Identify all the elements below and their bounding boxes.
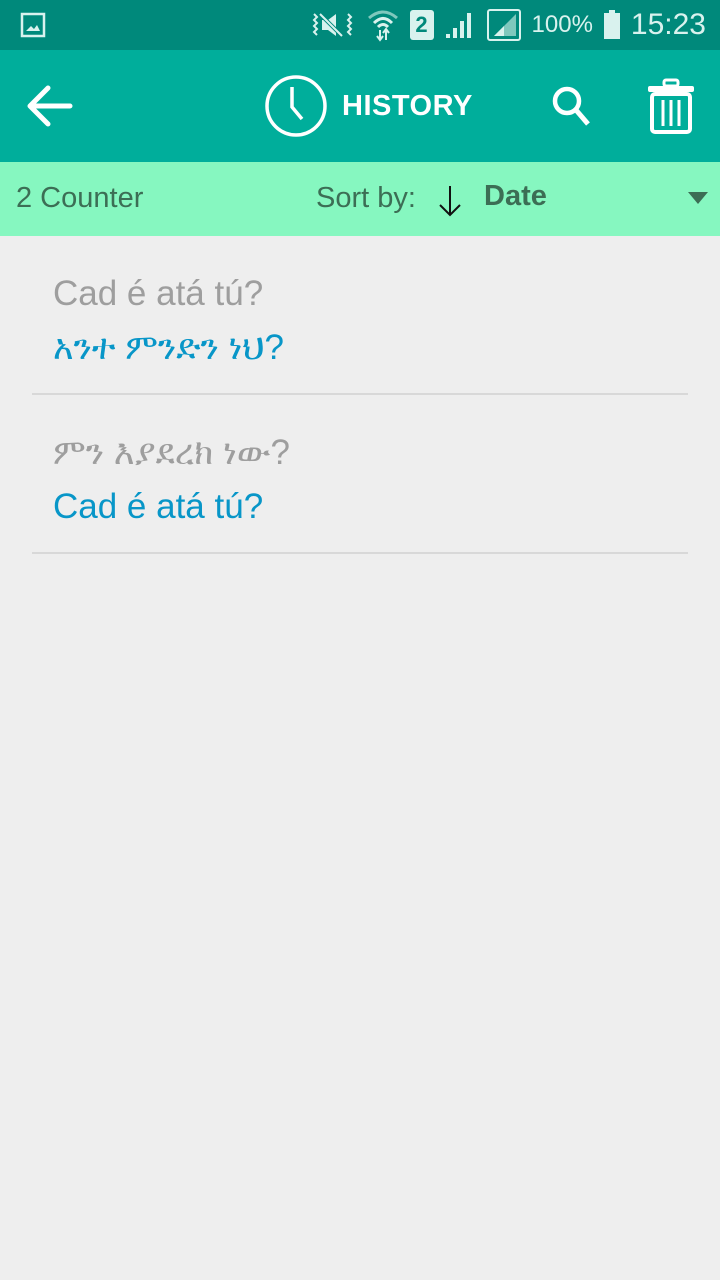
battery-icon <box>603 10 620 39</box>
wifi-icon <box>367 10 398 42</box>
history-counter: 2 Counter <box>16 182 144 214</box>
sort-bar: 2 Counter Sort by: Date <box>0 162 720 236</box>
list-item[interactable]: ምን እያደረክ ነው? Cad é atá tú? <box>32 395 688 554</box>
signal-icon <box>445 13 471 38</box>
sort-select[interactable]: Date <box>484 180 547 213</box>
history-list: Cad é atá tú? አንተ ምንድን ነህ? ምን እያደረክ ነው? … <box>32 236 688 554</box>
page-title: HISTORY <box>342 89 473 122</box>
trash-icon[interactable] <box>644 78 698 134</box>
translation-text: Cad é atá tú? <box>53 487 264 526</box>
status-time: 15:23 <box>630 8 706 41</box>
source-text: Cad é atá tú? <box>53 274 264 313</box>
toolbar-title: HISTORY <box>264 74 473 138</box>
sim-2-icon: 2 <box>409 10 434 40</box>
dropdown-triangle-icon[interactable] <box>688 192 708 204</box>
app-toolbar: HISTORY <box>0 50 720 162</box>
arrow-down-icon[interactable] <box>436 184 464 218</box>
gallery-icon <box>20 12 46 38</box>
mute-vibrate-icon <box>312 12 352 38</box>
arrow-left-icon[interactable] <box>24 80 76 132</box>
sort-label: Sort by: <box>316 182 416 214</box>
translation-text: አንተ ምንድን ነህ? <box>53 328 284 367</box>
clock-icon <box>265 75 327 137</box>
source-text: ምን እያደረክ ነው? <box>53 433 290 472</box>
battery-percent: 100% <box>531 11 593 38</box>
status-bar: 2 100% 15:23 <box>0 0 720 50</box>
signal-sim2-icon <box>486 9 521 41</box>
list-item[interactable]: Cad é atá tú? አንተ ምንድን ነህ? <box>32 236 688 395</box>
search-icon[interactable] <box>548 82 596 130</box>
